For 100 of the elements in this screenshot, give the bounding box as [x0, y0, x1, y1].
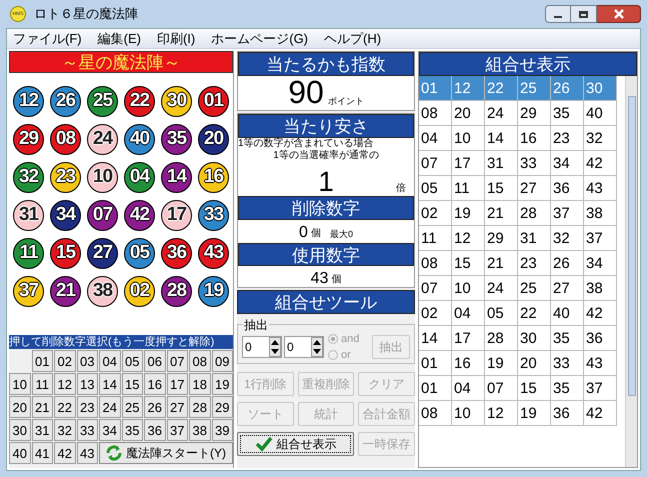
- unit-label: ポイント: [328, 94, 364, 108]
- number-button[interactable]: 33: [76, 419, 98, 441]
- number-button[interactable]: 10: [9, 373, 30, 395]
- combination-row[interactable]: 04 10 14 16 23 32: [419, 126, 617, 151]
- section-header: 使用数字: [238, 243, 414, 266]
- combination-row[interactable]: 02 19 21 28 37 38: [419, 201, 617, 226]
- combination-row[interactable]: 08 20 24 29 35 40: [419, 101, 617, 126]
- number-button[interactable]: 06: [144, 350, 166, 372]
- number-button[interactable]: 18: [189, 373, 210, 395]
- section-header: 組合せツール: [237, 290, 415, 314]
- number-button[interactable]: 20: [9, 396, 30, 418]
- ratio-value: 1: [318, 168, 334, 196]
- unit-label: 個: [331, 273, 342, 287]
- number-button[interactable]: 07: [166, 350, 188, 372]
- group-legend: 抽出: [243, 316, 269, 334]
- combination-row[interactable]: 08 10 12 19 36 42: [419, 401, 617, 426]
- show-combinations-button[interactable]: 組合せ表示: [237, 432, 354, 456]
- start-button[interactable]: 魔法陣スタート(Y): [99, 442, 233, 464]
- number-button[interactable]: 35: [122, 419, 143, 441]
- table-cell: 36: [551, 401, 584, 426]
- number-button[interactable]: 04: [99, 350, 120, 372]
- unit-label: 倍: [396, 182, 406, 196]
- number-button[interactable]: 08: [189, 350, 210, 372]
- number-button[interactable]: 15: [122, 373, 143, 395]
- number-button[interactable]: 43: [76, 442, 98, 464]
- menu-item[interactable]: ヘルプ(H): [324, 28, 382, 48]
- number-button[interactable]: 32: [54, 419, 76, 441]
- combination-row[interactable]: 07 17 31 33 34 42: [419, 151, 617, 176]
- table-cell: 42: [584, 401, 617, 426]
- number-button[interactable]: 40: [9, 442, 30, 464]
- menu-item[interactable]: ホームページ(G): [211, 28, 308, 48]
- scrollbar[interactable]: [625, 76, 637, 467]
- minimize-button[interactable]: [545, 5, 571, 23]
- radio-button[interactable]: [328, 334, 338, 344]
- number-button[interactable]: 22: [54, 396, 76, 418]
- menu-item[interactable]: ファイル(F): [13, 28, 82, 48]
- combination-row[interactable]: 11 12 29 31 32 37: [419, 226, 617, 251]
- number-button[interactable]: 14: [99, 373, 120, 395]
- number-button[interactable]: 37: [166, 419, 188, 441]
- combination-row[interactable]: 01 04 07 15 35 37: [419, 376, 617, 401]
- number-button[interactable]: 11: [32, 373, 53, 395]
- number-button[interactable]: 02: [54, 350, 76, 372]
- number-button[interactable]: 03: [76, 350, 98, 372]
- close-icon: [614, 9, 624, 19]
- unit-label: 個: [310, 227, 321, 241]
- number-button[interactable]: 25: [122, 396, 143, 418]
- magic-square-title: ～星の魔法陣～: [9, 51, 233, 73]
- max-label: 最大0: [330, 228, 353, 240]
- section-header: 削除数字: [238, 196, 414, 220]
- table-cell: 08: [419, 401, 452, 426]
- number-button[interactable]: 30: [9, 419, 30, 441]
- number-spinner[interactable]: 0: [242, 336, 282, 358]
- number-button[interactable]: 17: [166, 373, 188, 395]
- number-button[interactable]: 36: [144, 419, 166, 441]
- number-button[interactable]: 42: [54, 442, 76, 464]
- combination-row[interactable]: 07 10 24 25 27 38: [419, 276, 617, 301]
- close-button[interactable]: [597, 5, 641, 23]
- number-button[interactable]: 23: [76, 396, 98, 418]
- number-button[interactable]: 19: [212, 373, 233, 395]
- table-cell: 10: [452, 401, 485, 426]
- number-button[interactable]: 13: [76, 373, 98, 395]
- combination-row[interactable]: 08 15 21 23 26 34: [419, 251, 617, 276]
- number-spinner[interactable]: 0: [284, 336, 324, 358]
- radio-label: or: [341, 348, 351, 363]
- table-cell: 19: [518, 401, 551, 426]
- window-title: ロト６星の魔法陣: [34, 5, 138, 24]
- number-button[interactable]: 39: [212, 419, 233, 441]
- combination-row[interactable]: 01 12 22 25 26 30: [419, 76, 617, 101]
- number-button[interactable]: 34: [99, 419, 120, 441]
- number-button[interactable]: 31: [32, 419, 53, 441]
- section-header: 当たり安さ: [238, 114, 414, 138]
- number-button[interactable]: 09: [212, 350, 233, 372]
- number-button[interactable]: 16: [144, 373, 166, 395]
- number-button[interactable]: 21: [32, 396, 53, 418]
- hit-index-value: 90: [288, 76, 324, 108]
- number-button[interactable]: 26: [144, 396, 166, 418]
- radio-label: and: [341, 332, 360, 346]
- deleted-count: 0: [299, 225, 308, 241]
- spinner-arrows-icon: [311, 337, 323, 357]
- number-button[interactable]: 12: [54, 373, 76, 395]
- checkmark-icon: [254, 436, 273, 452]
- combination-row[interactable]: 02 04 05 22 40 42: [419, 301, 617, 326]
- number-button[interactable]: 24: [99, 396, 120, 418]
- radio-button[interactable]: [328, 350, 338, 360]
- combination-row[interactable]: 05 11 15 27 36 43: [419, 176, 617, 201]
- combination-row[interactable]: 01 16 19 20 33 43: [419, 351, 617, 376]
- combination-row[interactable]: 14 17 28 30 35 36: [419, 326, 617, 351]
- refresh-icon: [106, 445, 122, 461]
- menu-item[interactable]: 印刷(I): [156, 28, 196, 48]
- number-button[interactable]: 27: [166, 396, 188, 418]
- number-button[interactable]: 29: [212, 396, 233, 418]
- number-button[interactable]: 28: [189, 396, 210, 418]
- section-header: 当たるかも指数: [238, 52, 414, 76]
- used-count: 43: [310, 271, 328, 287]
- number-button[interactable]: 01: [32, 350, 53, 372]
- maximize-button[interactable]: [571, 5, 597, 23]
- menu-item[interactable]: 編集(E): [98, 28, 141, 48]
- number-button[interactable]: 05: [122, 350, 143, 372]
- number-button[interactable]: 38: [189, 419, 210, 441]
- number-button[interactable]: 41: [32, 442, 53, 464]
